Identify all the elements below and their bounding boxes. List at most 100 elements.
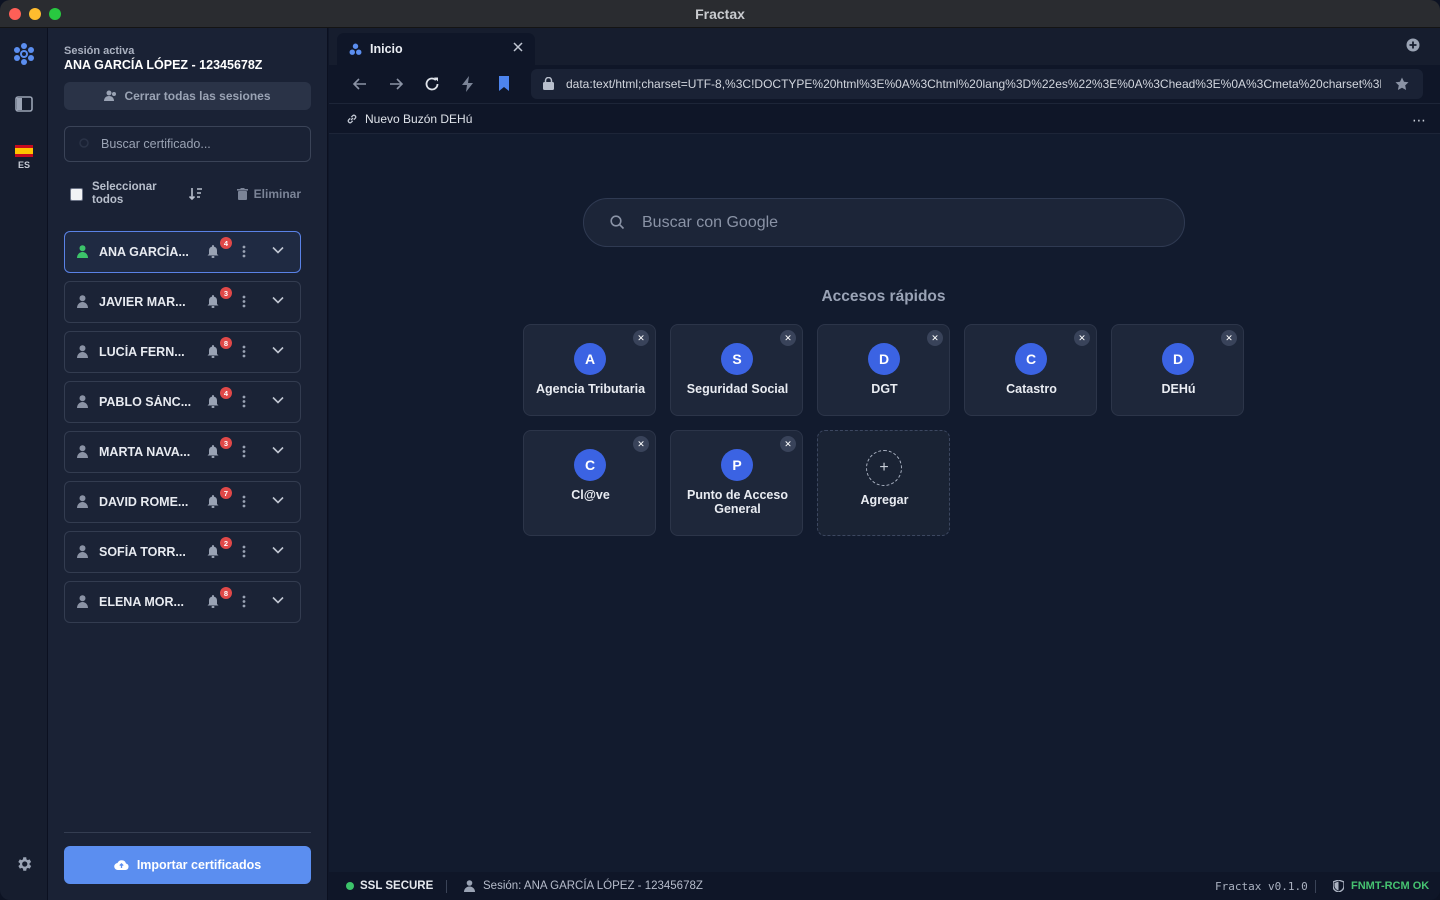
- tile-letter-avatar: A: [574, 343, 606, 375]
- bookmark-nuevo-buzon-dehu[interactable]: Nuevo Buzón DEHú: [346, 112, 472, 126]
- kebab-menu-icon[interactable]: [242, 445, 246, 458]
- notification-badge: 8: [220, 587, 232, 599]
- bell-icon[interactable]: [207, 245, 219, 258]
- user-icon: [77, 495, 88, 508]
- tile-label: DEHú: [1161, 382, 1196, 396]
- address-bar[interactable]: data:text/html;charset=UTF-8,%3C!DOCTYPE…: [531, 69, 1423, 99]
- bell-icon[interactable]: [207, 345, 219, 358]
- tile-letter-avatar: C: [574, 449, 606, 481]
- remove-tile-icon[interactable]: ✕: [780, 330, 796, 346]
- status-bar: SSL SECURE Sesión: ANA GARCÍA LÓPEZ - 12…: [329, 872, 1440, 900]
- shield-icon: [1333, 880, 1344, 892]
- toggle-sidebar-icon[interactable]: [12, 92, 36, 116]
- chevron-down-icon[interactable]: [272, 396, 284, 404]
- quick-access-tile[interactable]: ✕ D DGT: [817, 324, 950, 416]
- chevron-down-icon[interactable]: [272, 546, 284, 554]
- remove-tile-icon[interactable]: ✕: [927, 330, 943, 346]
- close-tab-icon[interactable]: [513, 42, 523, 52]
- chevron-down-icon[interactable]: [272, 296, 284, 304]
- tab-title: Inicio: [370, 42, 403, 56]
- certificate-item[interactable]: MARTA NAVA... 3: [64, 431, 301, 473]
- remove-tile-icon[interactable]: ✕: [1221, 330, 1237, 346]
- kebab-menu-icon[interactable]: [242, 545, 246, 558]
- select-all-checkbox[interactable]: [70, 187, 83, 201]
- quick-access-tile[interactable]: ✕ D DEHú: [1111, 324, 1244, 416]
- remove-tile-icon[interactable]: ✕: [780, 436, 796, 452]
- tile-letter-avatar: D: [868, 343, 900, 375]
- notification-badge: 4: [220, 387, 232, 399]
- notification-badge: 3: [220, 437, 232, 449]
- status-divider: [446, 880, 447, 893]
- chevron-down-icon[interactable]: [272, 246, 284, 254]
- tab-inicio[interactable]: Inicio: [337, 33, 535, 65]
- tile-label: Punto de Acceso General: [687, 488, 788, 516]
- navigation-bar: data:text/html;charset=UTF-8,%3C!DOCTYPE…: [329, 65, 1440, 103]
- kebab-menu-icon[interactable]: [242, 595, 246, 608]
- certificate-item[interactable]: SOFÍA TORR... 2: [64, 531, 301, 573]
- kebab-menu-icon[interactable]: [242, 495, 246, 508]
- quick-access-tile[interactable]: ✕ P Punto de Acceso General: [670, 430, 803, 536]
- quick-access-tile[interactable]: ✕ C Catastro: [964, 324, 1097, 416]
- delete-label: Eliminar: [253, 187, 301, 201]
- search-icon: [610, 215, 625, 230]
- user-icon: [77, 595, 88, 608]
- close-all-sessions-button[interactable]: Cerrar todas las sesiones: [64, 82, 311, 110]
- gear-icon[interactable]: [12, 852, 36, 876]
- kebab-menu-icon[interactable]: [242, 395, 246, 408]
- quick-access-tile[interactable]: ✕ C Cl@ve: [523, 430, 656, 536]
- add-shortcut-tile[interactable]: + Agregar: [817, 430, 950, 536]
- language-selector[interactable]: ES: [12, 140, 36, 174]
- certificate-item[interactable]: ELENA MOR... 8: [64, 581, 301, 623]
- close-all-sessions-label: Cerrar todas las sesiones: [124, 89, 271, 103]
- bell-icon[interactable]: [207, 395, 219, 408]
- bell-icon[interactable]: [207, 595, 219, 608]
- sort-icon[interactable]: [188, 186, 204, 207]
- kebab-menu-icon[interactable]: [242, 345, 246, 358]
- certificate-search-placeholder: Buscar certificado...: [101, 137, 211, 151]
- close-window-button[interactable]: [9, 8, 21, 20]
- remove-tile-icon[interactable]: ✕: [633, 436, 649, 452]
- chevron-down-icon[interactable]: [272, 346, 284, 354]
- user-icon: [77, 445, 88, 458]
- tile-label: DGT: [871, 382, 898, 396]
- chevron-down-icon[interactable]: [272, 596, 284, 604]
- certificate-item[interactable]: PABLO SÁNC... 4: [64, 381, 301, 423]
- certificate-item[interactable]: JAVIER MAR... 3: [64, 281, 301, 323]
- certificate-item[interactable]: ANA GARCÍA... 4: [64, 231, 301, 273]
- delete-button[interactable]: Eliminar: [236, 187, 301, 201]
- window-controls: [9, 8, 61, 20]
- certificate-item[interactable]: DAVID ROME... 7: [64, 481, 301, 523]
- remove-tile-icon[interactable]: ✕: [633, 330, 649, 346]
- more-options-icon[interactable]: ⋯: [1412, 112, 1426, 129]
- new-tab-page: Buscar con Google Accesos rápidos ✕ A Agen…: [329, 134, 1440, 872]
- kebab-menu-icon[interactable]: [242, 295, 246, 308]
- remove-tile-icon[interactable]: ✕: [1074, 330, 1090, 346]
- new-tab-button[interactable]: [1406, 38, 1420, 57]
- minimize-window-button[interactable]: [29, 8, 41, 20]
- reload-icon[interactable]: [424, 76, 440, 92]
- maximize-window-button[interactable]: [49, 8, 61, 20]
- bookmark-icon[interactable]: [498, 76, 510, 91]
- quick-access-tile[interactable]: ✕ A Agencia Tributaria: [523, 324, 656, 416]
- back-arrow-icon[interactable]: [352, 76, 368, 92]
- bell-icon[interactable]: [207, 445, 219, 458]
- app-logo-icon[interactable]: [12, 42, 36, 66]
- star-icon[interactable]: [1395, 77, 1409, 91]
- lightning-icon[interactable]: [461, 76, 475, 92]
- chevron-down-icon[interactable]: [272, 496, 284, 504]
- import-certificates-button[interactable]: Importar certificados: [64, 846, 311, 884]
- select-all-label[interactable]: Seleccionar todos: [92, 181, 172, 207]
- import-certificates-label: Importar certificados: [136, 858, 262, 872]
- chevron-down-icon[interactable]: [272, 446, 284, 454]
- bell-icon[interactable]: [207, 545, 219, 558]
- kebab-menu-icon[interactable]: [242, 245, 246, 258]
- certificate-item[interactable]: LUCÍA FERN... 8: [64, 331, 301, 373]
- quick-access-tile[interactable]: ✕ S Seguridad Social: [670, 324, 803, 416]
- bell-icon[interactable]: [207, 295, 219, 308]
- tile-letter-avatar: P: [721, 449, 753, 481]
- users-icon: [104, 90, 117, 101]
- bell-icon[interactable]: [207, 495, 219, 508]
- forward-arrow-icon[interactable]: [388, 76, 404, 92]
- certificate-search-input[interactable]: Buscar certificado...: [64, 126, 311, 162]
- google-search-input[interactable]: Buscar con Google: [583, 198, 1185, 247]
